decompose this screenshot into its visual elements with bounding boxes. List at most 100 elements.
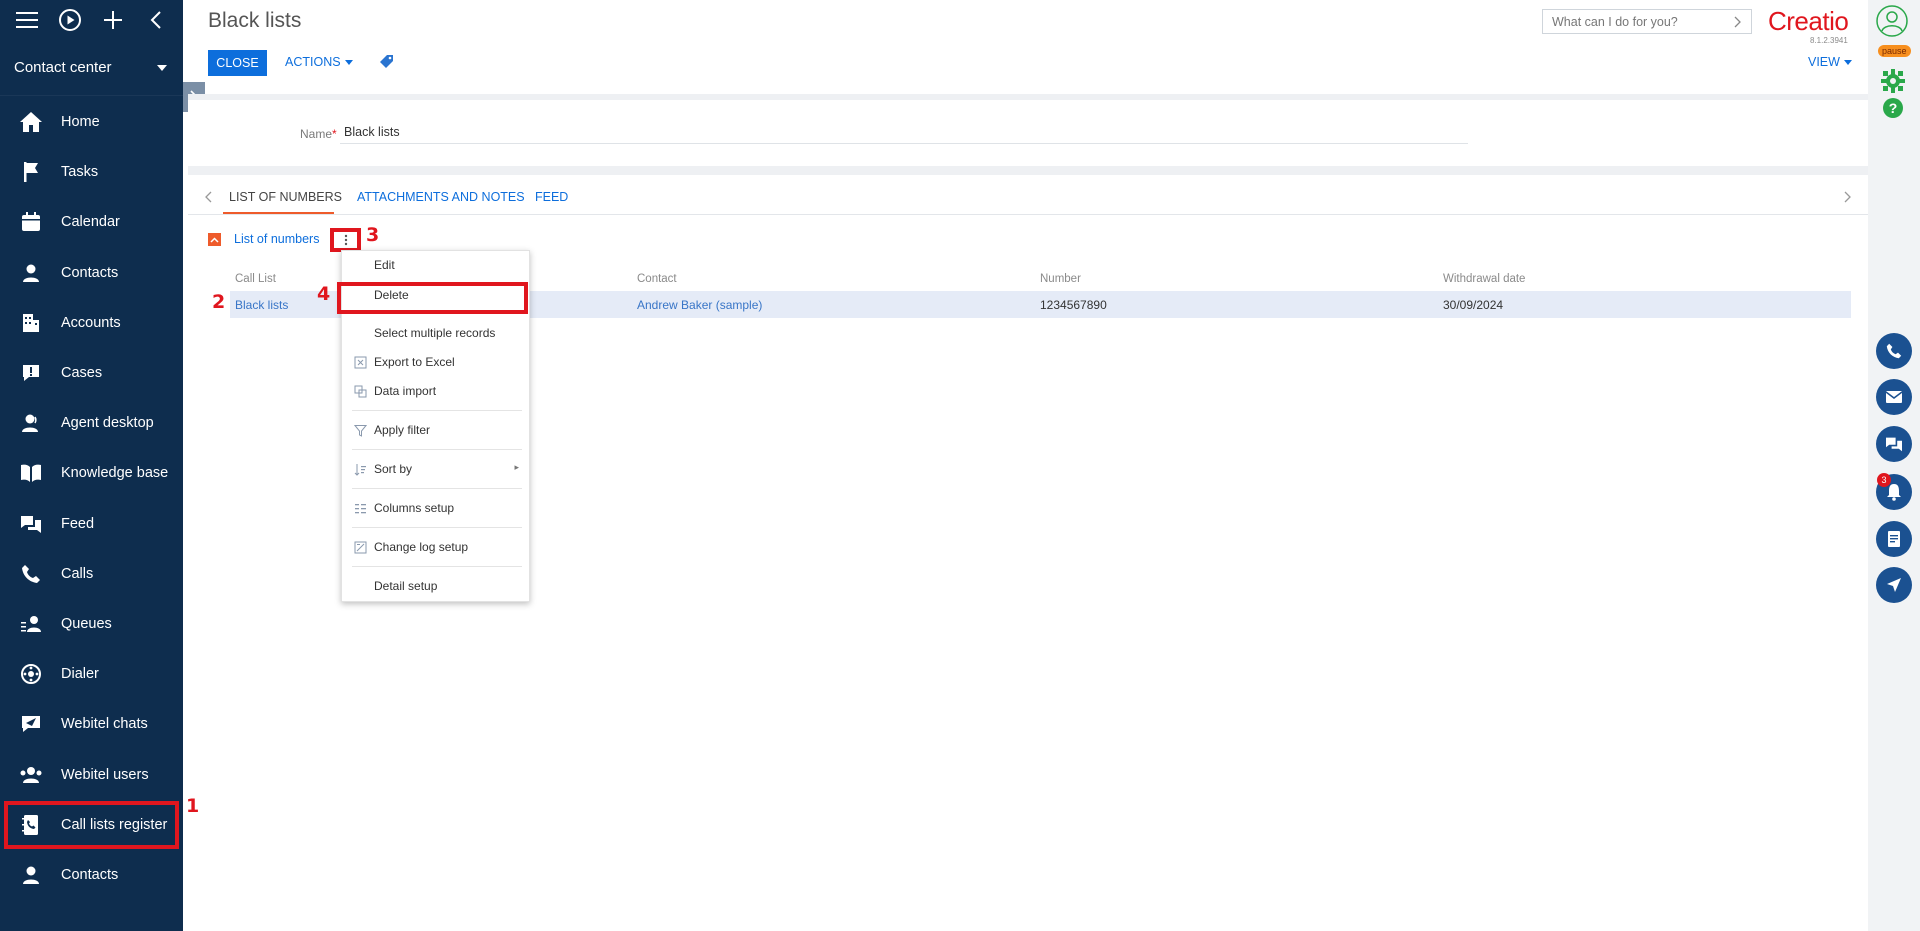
sidebar-nav: Home Tasks Calendar Contacts Accounts Ca… <box>0 97 183 900</box>
notification-count-badge: 3 <box>1877 473 1891 487</box>
home-icon <box>18 110 44 134</box>
chat-icon <box>18 512 44 536</box>
email-icon[interactable] <box>1876 379 1912 415</box>
column-header-contact[interactable]: Contact <box>637 273 677 285</box>
close-button[interactable]: CLOSE <box>208 50 267 76</box>
detail-menu-button[interactable] <box>330 228 361 252</box>
sidebar-item-cases[interactable]: Cases <box>0 348 183 398</box>
collapse-detail-icon[interactable] <box>208 233 221 246</box>
kebab-menu-icon <box>344 234 347 246</box>
sidebar-item-webitel-chats[interactable]: Webitel chats <box>0 699 183 749</box>
phone-icon <box>18 562 44 586</box>
sidebar-item-label: Calls <box>61 565 94 582</box>
chevron-down-icon <box>344 59 353 65</box>
sidebar-item-calendar[interactable]: Calendar <box>0 197 183 247</box>
send-icon[interactable] <box>1876 567 1912 603</box>
menu-item-sort-by[interactable]: Sort by ▸ <box>342 458 531 480</box>
phone-icon[interactable] <box>1876 333 1912 369</box>
sidebar-item-webitel-users[interactable]: Webitel users <box>0 749 183 799</box>
help-icon[interactable]: ? <box>1882 97 1904 119</box>
menu-item-detail-setup[interactable]: Detail setup <box>342 575 531 597</box>
chat-icon[interactable] <box>1876 426 1912 462</box>
svg-text:?: ? <box>1889 100 1898 116</box>
menu-item-label: Detail setup <box>374 579 438 593</box>
sidebar-item-call-lists-register[interactable]: Call lists register <box>3 800 180 850</box>
sidebar-item-queues[interactable]: Queues <box>0 599 183 649</box>
excel-icon <box>353 355 367 369</box>
menu-item-change-log-setup[interactable]: Change log setup <box>342 536 531 558</box>
menu-item-apply-filter[interactable]: Apply filter <box>342 419 531 441</box>
annotation-marker: 4 <box>317 283 331 305</box>
column-header-call-list[interactable]: Call List <box>235 273 276 285</box>
workspace-label: Contact center <box>14 59 112 76</box>
sidebar-item-label: Contacts <box>61 264 119 281</box>
name-field[interactable]: Black lists <box>344 125 400 139</box>
columns-icon <box>353 501 367 515</box>
sidebar-item-label: Knowledge base <box>61 465 169 482</box>
sidebar-item-label: Webitel chats <box>61 716 148 733</box>
chevron-down-icon <box>1843 59 1852 65</box>
menu-item-export-to-excel[interactable]: Export to Excel <box>342 351 531 373</box>
workspace-selector[interactable]: Contact center <box>0 40 183 96</box>
name-field-label: Name* <box>300 127 337 141</box>
cell-contact[interactable]: Andrew Baker (sample) <box>637 298 762 312</box>
menu-item-edit[interactable]: Edit <box>342 254 531 276</box>
column-header-withdrawal-date[interactable]: Withdrawal date <box>1443 273 1525 285</box>
version-label: 8.1.2.3941 <box>1810 36 1848 45</box>
menu-item-select-multiple-records[interactable]: Select multiple records <box>342 322 531 344</box>
user-profile-avatar[interactable] <box>1876 4 1908 38</box>
chevron-down-icon <box>157 64 167 71</box>
sidebar-item-home[interactable]: Home <box>0 97 183 147</box>
active-tab-indicator <box>223 212 334 214</box>
menu-item-columns-setup[interactable]: Columns setup <box>342 497 531 519</box>
actions-button[interactable]: ACTIONS <box>285 55 353 69</box>
sidebar-item-label: Feed <box>61 515 95 532</box>
sidebar-item-label: Queues <box>61 615 112 632</box>
tab-feed[interactable]: FEED <box>535 190 568 204</box>
menu-item-label: Sort by <box>374 462 413 476</box>
alert-bubble-icon <box>18 361 44 385</box>
cell-call-list[interactable]: Black lists <box>235 298 288 312</box>
sidebar-item-label: Cases <box>61 365 103 382</box>
chevron-right-icon[interactable] <box>1844 190 1852 206</box>
annotation-marker: 3 <box>366 224 380 246</box>
menu-separator <box>352 449 522 450</box>
sidebar-item-contacts[interactable]: Contacts <box>0 248 183 298</box>
cell-number: 1234567890 <box>1040 298 1107 312</box>
sidebar-item-knowledge-base[interactable]: Knowledge base <box>0 448 183 498</box>
sidebar-item-label: Agent desktop <box>61 415 154 432</box>
sidebar-item-accounts[interactable]: Accounts <box>0 298 183 348</box>
chevron-left-icon[interactable] <box>205 190 213 206</box>
menu-separator <box>352 488 522 489</box>
tag-icon[interactable] <box>380 54 394 71</box>
annotation-marker: 1 <box>186 795 200 817</box>
gear-icon[interactable] <box>1881 69 1905 93</box>
command-search-input[interactable]: What can I do for you? <box>1542 9 1752 34</box>
sidebar-item-dialer[interactable]: Dialer <box>0 649 183 699</box>
column-header-number[interactable]: Number <box>1040 273 1081 285</box>
users-icon <box>18 763 44 787</box>
menu-item-label: Data import <box>374 384 437 398</box>
tab-list-of-numbers[interactable]: LIST OF NUMBERS <box>229 190 342 204</box>
sidebar-item-tasks[interactable]: Tasks <box>0 147 183 197</box>
hamburger-menu-icon[interactable] <box>13 6 41 34</box>
sidebar-item-label: Webitel users <box>61 766 149 783</box>
status-badge[interactable]: pause <box>1878 45 1911 57</box>
document-icon[interactable] <box>1876 521 1912 557</box>
view-button[interactable]: VIEW <box>1808 55 1852 69</box>
menu-item-label: Edit <box>374 258 395 272</box>
menu-item-data-import[interactable]: Data import <box>342 380 531 402</box>
collapse-sidebar-icon[interactable] <box>142 6 170 34</box>
sidebar-item-feed[interactable]: Feed <box>0 499 183 549</box>
tab-attachments-and-notes[interactable]: ATTACHMENTS AND NOTES <box>357 190 525 204</box>
sidebar-item-agent-desktop[interactable]: Agent desktop <box>0 398 183 448</box>
import-icon <box>353 384 367 398</box>
detail-title[interactable]: List of numbers <box>234 232 319 246</box>
menu-item-label: Columns setup <box>374 501 455 515</box>
sidebar-item-label: Tasks <box>61 164 99 181</box>
sidebar-item-calls[interactable]: Calls <box>0 549 183 599</box>
record-fields <box>188 100 1868 166</box>
add-icon[interactable] <box>99 6 127 34</box>
sidebar-item-contacts-2[interactable]: Contacts <box>0 850 183 900</box>
process-play-icon[interactable] <box>56 6 84 34</box>
